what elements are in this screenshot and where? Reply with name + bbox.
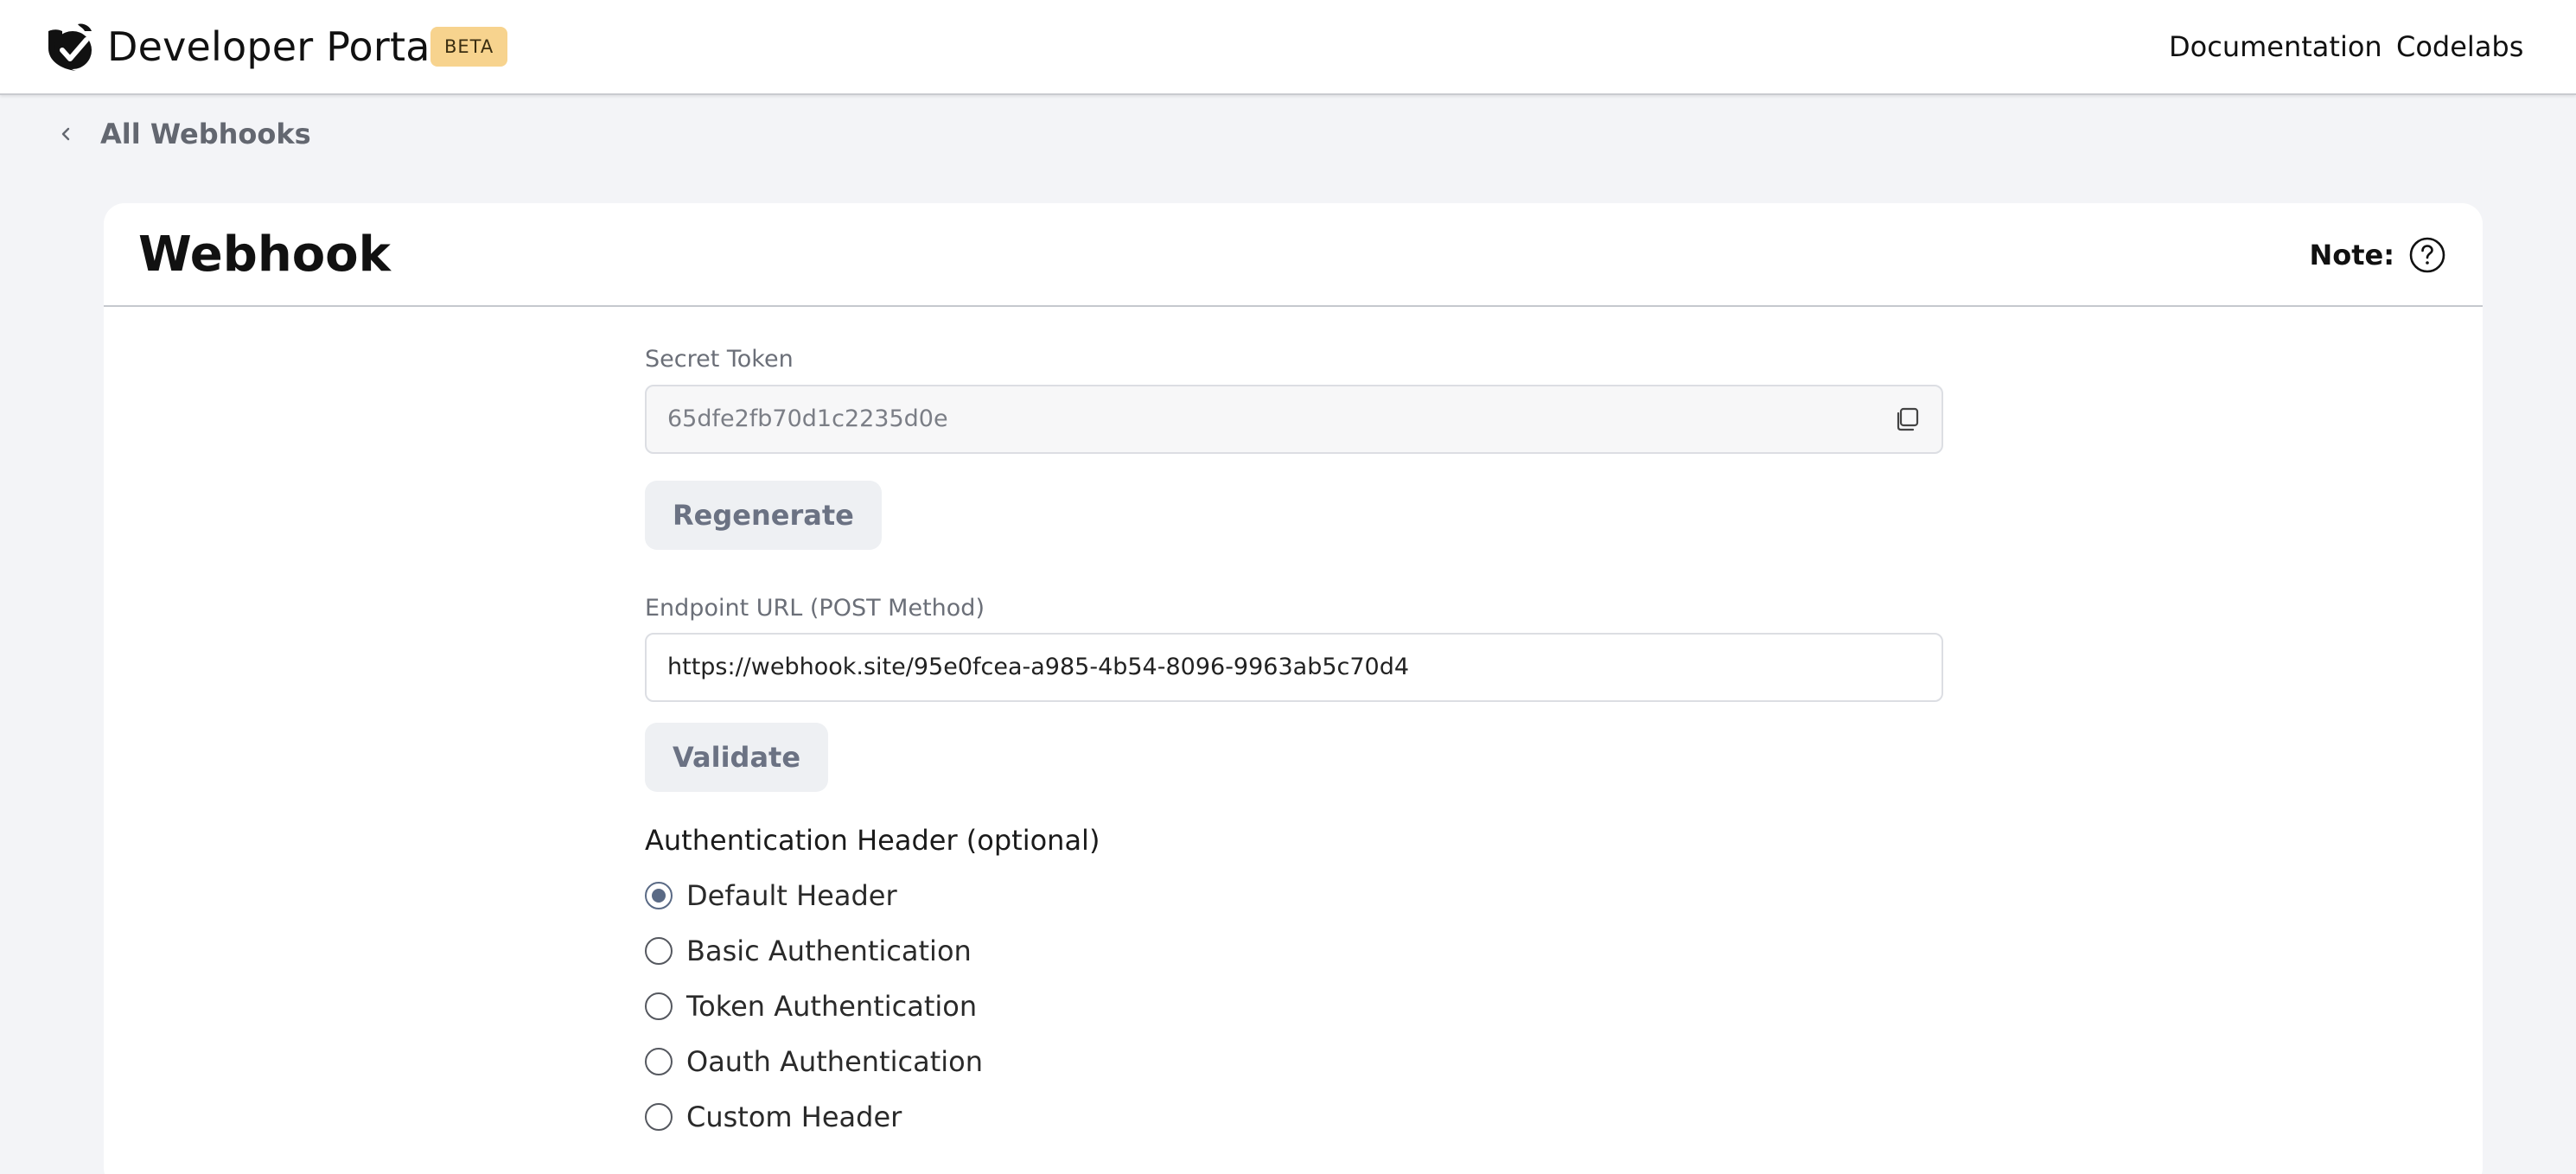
nav-link-documentation[interactable]: Documentation <box>2169 28 2382 66</box>
radio-label: Custom Header <box>686 1101 902 1133</box>
page-title: Webhook <box>138 227 391 283</box>
endpoint-url-input[interactable]: https://webhook.site/95e0fcea-a985-4b54-… <box>645 633 1943 702</box>
radio-label: Default Header <box>686 879 897 912</box>
brand-title[interactable]: Developer Portal <box>107 19 442 74</box>
top-navigation-bar: Developer Portal BETA Documentation Code… <box>0 0 2576 95</box>
radio-button[interactable] <box>645 1048 673 1075</box>
webhook-card: Webhook Note: Secret Token 65dfe2fb70d1c… <box>104 203 2483 1174</box>
regenerate-button[interactable]: Regenerate <box>645 481 882 550</box>
radio-oauth-authentication[interactable]: Oauth Authentication <box>645 1040 983 1083</box>
radio-label: Token Authentication <box>686 990 978 1023</box>
radio-custom-header[interactable]: Custom Header <box>645 1095 902 1139</box>
radio-token-authentication[interactable]: Token Authentication <box>645 985 977 1028</box>
radio-button[interactable] <box>645 937 673 965</box>
copy-icon[interactable] <box>1893 405 1921 433</box>
radio-button[interactable] <box>645 1103 673 1131</box>
secret-token-field[interactable]: 65dfe2fb70d1c2235d0e <box>645 385 1943 454</box>
question-circle-icon[interactable] <box>2408 236 2446 274</box>
back-to-all-webhooks-link[interactable]: All Webhooks <box>54 112 311 156</box>
chevron-left-icon <box>61 127 70 141</box>
note-section: Note: <box>2309 233 2446 277</box>
radio-label: Oauth Authentication <box>686 1045 983 1078</box>
radio-label: Basic Authentication <box>686 935 972 967</box>
brand-logo-icon[interactable] <box>43 19 95 74</box>
secret-token-value: 65dfe2fb70d1c2235d0e <box>667 405 948 432</box>
note-label: Note: <box>2309 239 2394 271</box>
radio-basic-authentication[interactable]: Basic Authentication <box>645 929 972 973</box>
beta-badge: BETA <box>430 27 508 67</box>
radio-button[interactable] <box>645 992 673 1020</box>
radio-default-header[interactable]: Default Header <box>645 874 897 917</box>
radio-button-checked[interactable] <box>645 882 673 909</box>
endpoint-url-value: https://webhook.site/95e0fcea-a985-4b54-… <box>667 654 1410 680</box>
authentication-header-heading: Authentication Header (optional) <box>645 824 1100 857</box>
secret-token-label: Secret Token <box>645 346 794 373</box>
card-header: Webhook Note: <box>104 203 2483 307</box>
back-link-label: All Webhooks <box>100 118 311 150</box>
nav-link-codelabs[interactable]: Codelabs <box>2396 28 2523 66</box>
validate-button[interactable]: Validate <box>645 723 829 792</box>
endpoint-url-label: Endpoint URL (POST Method) <box>645 595 985 622</box>
